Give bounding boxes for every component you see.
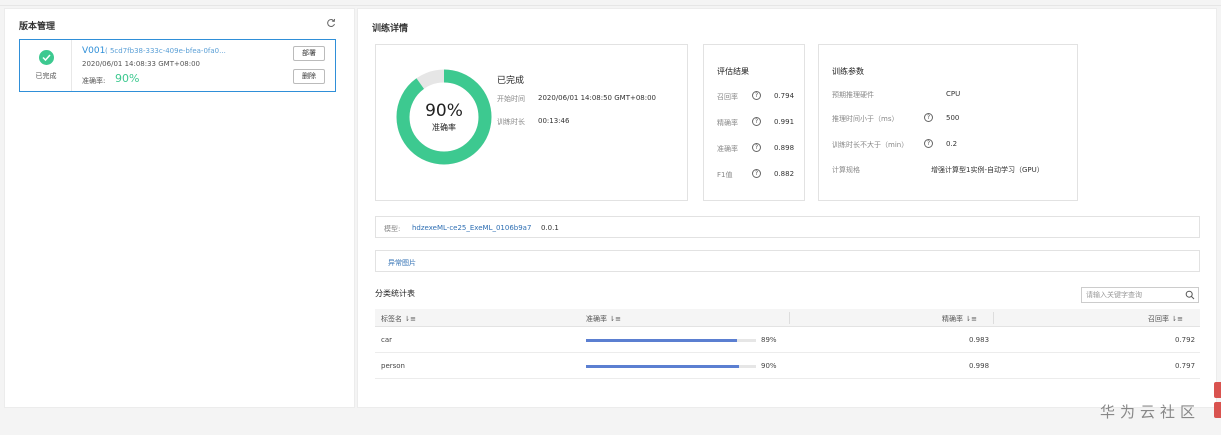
column-divider bbox=[789, 312, 790, 324]
sort-icon[interactable]: ⇂≡ bbox=[609, 315, 621, 323]
eval-value: 0.794 bbox=[774, 92, 795, 100]
help-icon[interactable]: ? bbox=[752, 117, 761, 126]
version-accuracy-value: 90% bbox=[115, 72, 140, 85]
column-header-text: 召回率 bbox=[1148, 315, 1169, 323]
training-details-title: 训练详情 bbox=[372, 24, 409, 34]
help-icon[interactable]: ? bbox=[752, 91, 761, 100]
cell-precision: 0.983 bbox=[969, 336, 990, 344]
class-stats-title: 分类统计表 bbox=[375, 289, 415, 298]
table-row: car 89% 0.983 0.792 bbox=[375, 327, 1200, 353]
eval-value: 0.898 bbox=[774, 144, 795, 152]
cell-accuracy: 89% bbox=[761, 336, 777, 344]
training-summary-card: 90% 准确率 已完成 开始时间 2020/06/01 14:08:50 GMT… bbox=[375, 44, 688, 201]
watermark: 华为云社区 bbox=[1100, 403, 1201, 421]
accuracy-bar-fill bbox=[586, 365, 739, 368]
param-label: 预期推理硬件 bbox=[832, 91, 874, 99]
accuracy-bar-fill bbox=[586, 339, 738, 342]
search-input[interactable] bbox=[1082, 288, 1182, 302]
eval-label: 召回率 bbox=[717, 93, 738, 101]
cell-label: car bbox=[381, 336, 393, 344]
param-value: 500 bbox=[946, 114, 960, 122]
version-status-label: 已完成 bbox=[35, 72, 57, 80]
version-accuracy-label: 准确率: bbox=[82, 77, 106, 85]
training-details-panel: 训练详情 90% 准确率 已完成 开始时间 2020/06/01 14:08:5… bbox=[357, 8, 1217, 408]
app-root: 版本管理 已完成 V001 ( 5cd7fb38-333c-409e-bfea-… bbox=[0, 0, 1221, 435]
sort-icon[interactable]: ⇂≡ bbox=[965, 315, 977, 323]
side-tab[interactable] bbox=[1214, 402, 1221, 418]
model-label: 模型: bbox=[384, 225, 401, 233]
top-strip bbox=[0, 0, 1221, 6]
eval-value: 0.882 bbox=[774, 170, 795, 178]
help-icon[interactable]: ? bbox=[924, 139, 933, 148]
param-label: 训练时长不大于（min） bbox=[832, 141, 909, 149]
column-header-label[interactable]: 标签名 ⇂≡ bbox=[381, 314, 416, 324]
column-header-accuracy[interactable]: 准确率 ⇂≡ bbox=[586, 314, 621, 324]
training-params-card: 训练参数 预期推理硬件 CPU 推理时间小于（ms） ? 500 训练时长不大于… bbox=[818, 44, 1078, 201]
training-status: 已完成 bbox=[497, 76, 525, 86]
version-card[interactable]: 已完成 V001 ( 5cd7fb38-333c-409e-bfea-0fa0.… bbox=[19, 39, 336, 92]
model-version: 0.0.1 bbox=[541, 224, 559, 232]
version-time: 2020/06/01 14:08:33 GMT+08:00 bbox=[82, 60, 201, 68]
evaluation-results-title: 评估结果 bbox=[717, 67, 749, 76]
duration-value: 00:13:46 bbox=[538, 117, 570, 125]
start-time-label: 开始时间 bbox=[497, 95, 525, 103]
evaluation-results-card: 评估结果 召回率 ? 0.794 精确率 ? 0.991 准确率 ? 0.898… bbox=[703, 44, 805, 201]
refresh-icon[interactable] bbox=[326, 18, 336, 28]
param-value: 增强计算型1实例-自动学习（GPU） bbox=[931, 166, 1044, 174]
eval-label: 精确率 bbox=[717, 119, 738, 127]
sort-icon[interactable]: ⇂≡ bbox=[404, 315, 416, 323]
eval-label: F1值 bbox=[717, 171, 733, 179]
deploy-button[interactable]: 部署 bbox=[293, 46, 325, 61]
column-header-text: 精确率 bbox=[942, 315, 963, 323]
cell-label: person bbox=[381, 362, 405, 370]
search-icon[interactable] bbox=[1185, 290, 1195, 300]
donut-percent: 90% bbox=[425, 101, 463, 121]
delete-button[interactable]: 删除 bbox=[293, 69, 325, 84]
cell-accuracy: 90% bbox=[761, 362, 777, 370]
help-icon[interactable]: ? bbox=[752, 143, 761, 152]
help-icon[interactable]: ? bbox=[752, 169, 761, 178]
start-time-value: 2020/06/01 14:08:50 GMT+08:00 bbox=[538, 94, 657, 102]
param-value: 0.2 bbox=[946, 140, 958, 148]
param-label: 推理时间小于（ms） bbox=[832, 115, 899, 123]
version-status-column: 已完成 bbox=[20, 40, 72, 91]
side-tab[interactable] bbox=[1214, 382, 1221, 398]
check-circle-icon bbox=[39, 50, 54, 65]
param-value: CPU bbox=[946, 90, 961, 98]
column-header-precision[interactable]: 精确率 ⇂≡ bbox=[942, 314, 977, 324]
abnormal-images-bar: 异常图片 bbox=[375, 250, 1200, 272]
duration-label: 训练时长 bbox=[497, 118, 525, 126]
version-management-title: 版本管理 bbox=[19, 22, 56, 32]
cell-recall: 0.792 bbox=[1175, 336, 1196, 344]
version-id: ( 5cd7fb38-333c-409e-bfea-0fa0... bbox=[105, 47, 226, 55]
cell-recall: 0.797 bbox=[1175, 362, 1196, 370]
model-link[interactable]: hdzexeML-ce25_ExeML_0106b9a7 bbox=[412, 224, 531, 232]
version-name[interactable]: V001 bbox=[82, 46, 105, 56]
table-header: 标签名 ⇂≡ 准确率 ⇂≡ 精确率 ⇂≡ 召回率 ⇂≡ bbox=[375, 309, 1200, 327]
column-header-text: 准确率 bbox=[586, 315, 607, 323]
cell-precision: 0.998 bbox=[969, 362, 990, 370]
column-divider bbox=[993, 312, 994, 324]
sort-icon[interactable]: ⇂≡ bbox=[1171, 315, 1183, 323]
column-header-recall[interactable]: 召回率 ⇂≡ bbox=[1148, 314, 1183, 324]
help-icon[interactable]: ? bbox=[924, 113, 933, 122]
param-label: 计算规格 bbox=[832, 166, 860, 174]
abnormal-images-link[interactable]: 异常图片 bbox=[388, 258, 416, 268]
search-box bbox=[1081, 287, 1199, 303]
eval-label: 准确率 bbox=[717, 145, 738, 153]
accuracy-bar-track bbox=[586, 365, 756, 368]
table-row: person 90% 0.998 0.797 bbox=[375, 353, 1200, 379]
model-info-bar: 模型: hdzexeML-ce25_ExeML_0106b9a7 0.0.1 bbox=[375, 216, 1200, 238]
donut-label: 准确率 bbox=[432, 123, 456, 132]
column-header-text: 标签名 bbox=[381, 315, 402, 323]
training-params-title: 训练参数 bbox=[832, 67, 864, 76]
version-management-panel: 版本管理 已完成 V001 ( 5cd7fb38-333c-409e-bfea-… bbox=[4, 8, 355, 408]
accuracy-bar-track bbox=[586, 339, 756, 342]
eval-value: 0.991 bbox=[774, 118, 795, 126]
